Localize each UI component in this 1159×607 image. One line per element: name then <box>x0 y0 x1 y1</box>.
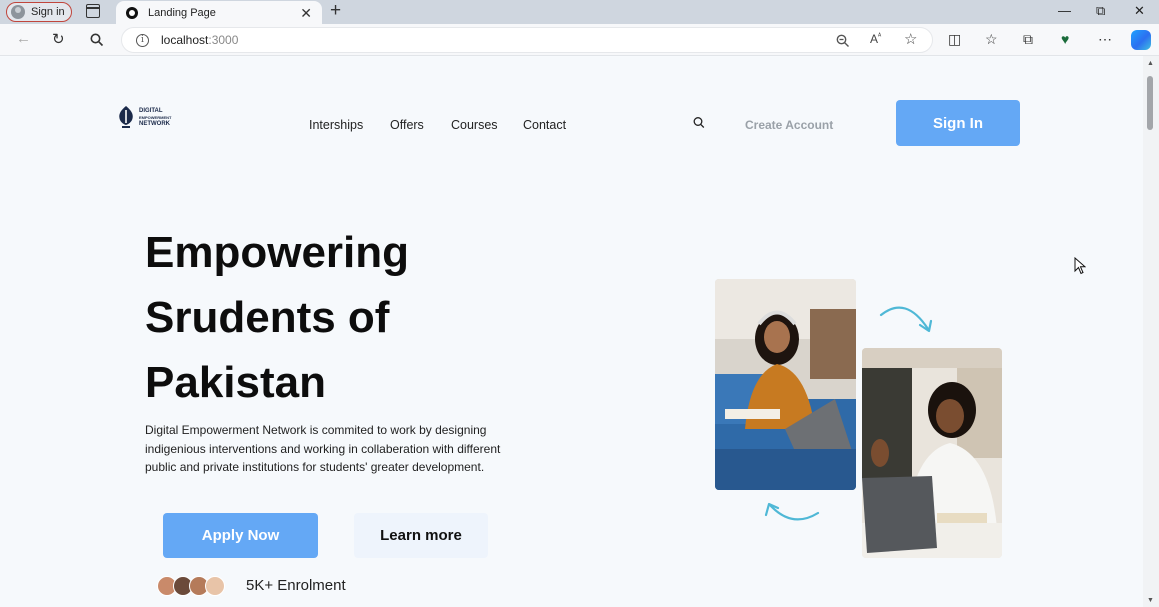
favorite-star-icon[interactable]: ☆ <box>904 30 917 48</box>
more-icon[interactable]: ⋯ <box>1098 31 1112 48</box>
profile-sign-in-label: Sign in <box>31 6 65 18</box>
nav-item-courses[interactable]: Courses <box>451 118 498 132</box>
scroll-up-arrow-icon[interactable]: ▲ <box>1147 60 1154 67</box>
landing-page: DIGITAL EMPOWERMENT NETWORK Interships O… <box>0 57 1143 607</box>
url-port: :3000 <box>208 33 239 47</box>
tab-favicon-icon <box>126 6 138 19</box>
close-window-button[interactable]: ✕ <box>1134 3 1145 19</box>
browser-tab-strip: Sign in Landing Page ✕ + — ⧉ ✕ <box>0 0 1159 24</box>
curved-arrow-top-icon <box>879 306 933 333</box>
address-bar[interactable]: i localhost:3000 Aᴬ ☆ <box>121 27 933 53</box>
tab-landing-page[interactable]: Landing Page ✕ <box>116 1 322 24</box>
url-host: localhost <box>161 33 209 47</box>
nav-item-internships[interactable]: Interships <box>309 118 363 132</box>
nav-link-courses[interactable]: Courses <box>451 118 498 132</box>
logo-mark-icon <box>119 106 133 128</box>
nav-item-offers[interactable]: Offers <box>390 118 424 132</box>
back-icon[interactable]: ← <box>16 30 31 47</box>
avatar <box>205 576 225 596</box>
nav-link-contact[interactable]: Contact <box>523 118 566 132</box>
hero-title-line-1: Empowering <box>145 228 410 277</box>
student-with-laptop-image <box>715 279 856 490</box>
apply-now-button[interactable]: Apply Now <box>163 513 318 558</box>
enrolment-avatars <box>157 576 225 596</box>
copilot-icon[interactable] <box>1131 30 1151 50</box>
scroll-down-arrow-icon[interactable]: ▼ <box>1147 597 1154 604</box>
nav-link-internships[interactable]: Interships <box>309 118 363 132</box>
mouse-cursor-icon <box>1074 257 1086 275</box>
browser-essentials-icon[interactable]: ♥ <box>1061 31 1069 47</box>
refresh-icon[interactable]: ↻ <box>52 30 65 48</box>
logo-wordmark: DIGITAL EMPOWERMENT NETWORK <box>139 108 171 128</box>
site-search-icon[interactable] <box>693 116 705 130</box>
sign-in-button[interactable]: Sign In <box>896 100 1020 146</box>
nav-link-offers[interactable]: Offers <box>390 118 424 132</box>
search-icon[interactable] <box>90 33 104 47</box>
read-aloud-icon[interactable]: Aᴬ <box>870 32 881 46</box>
minimize-button[interactable]: — <box>1058 3 1071 18</box>
nav-item-contact[interactable]: Contact <box>523 118 566 132</box>
favorites-icon[interactable]: ☆ <box>985 31 998 48</box>
hero-title-line-2: Srudents of <box>145 293 390 342</box>
info-icon[interactable]: i <box>136 33 149 47</box>
curved-arrow-bottom-icon <box>764 502 820 521</box>
profile-sign-in-button[interactable]: Sign in <box>6 2 72 22</box>
tab-close-icon[interactable]: ✕ <box>300 5 312 22</box>
hero-title-line-3: Pakistan <box>145 358 326 407</box>
tab-actions-icon[interactable] <box>86 4 100 18</box>
restore-button[interactable]: ⧉ <box>1096 3 1105 19</box>
student-video-call-image <box>862 348 1002 558</box>
logo[interactable]: DIGITAL EMPOWERMENT NETWORK <box>117 105 171 131</box>
scrollbar-track[interactable] <box>1143 56 1159 607</box>
profile-avatar-icon <box>11 5 25 19</box>
split-screen-icon[interactable]: ◫ <box>948 31 961 48</box>
collections-icon[interactable]: ⧉ <box>1023 31 1033 48</box>
learn-more-button[interactable]: Learn more <box>354 513 488 558</box>
hero-title: Empowering Srudents of Pakistan <box>145 220 565 415</box>
tab-title: Landing Page <box>148 6 216 19</box>
browser-toolbar: ← ↻ i localhost:3000 Aᴬ ☆ ◫ ☆ ⧉ ♥ ⋯ <box>0 24 1159 56</box>
logo-line-3: NETWORK <box>139 121 170 128</box>
zoom-icon[interactable] <box>836 34 850 48</box>
enrolment-count: 5K+ Enrolment <box>246 577 346 594</box>
new-tab-button[interactable]: + <box>330 1 341 21</box>
scrollbar-thumb[interactable] <box>1147 76 1153 130</box>
create-account-link[interactable]: Create Account <box>745 118 833 132</box>
hero-description: Digital Empowerment Network is commited … <box>145 423 501 474</box>
